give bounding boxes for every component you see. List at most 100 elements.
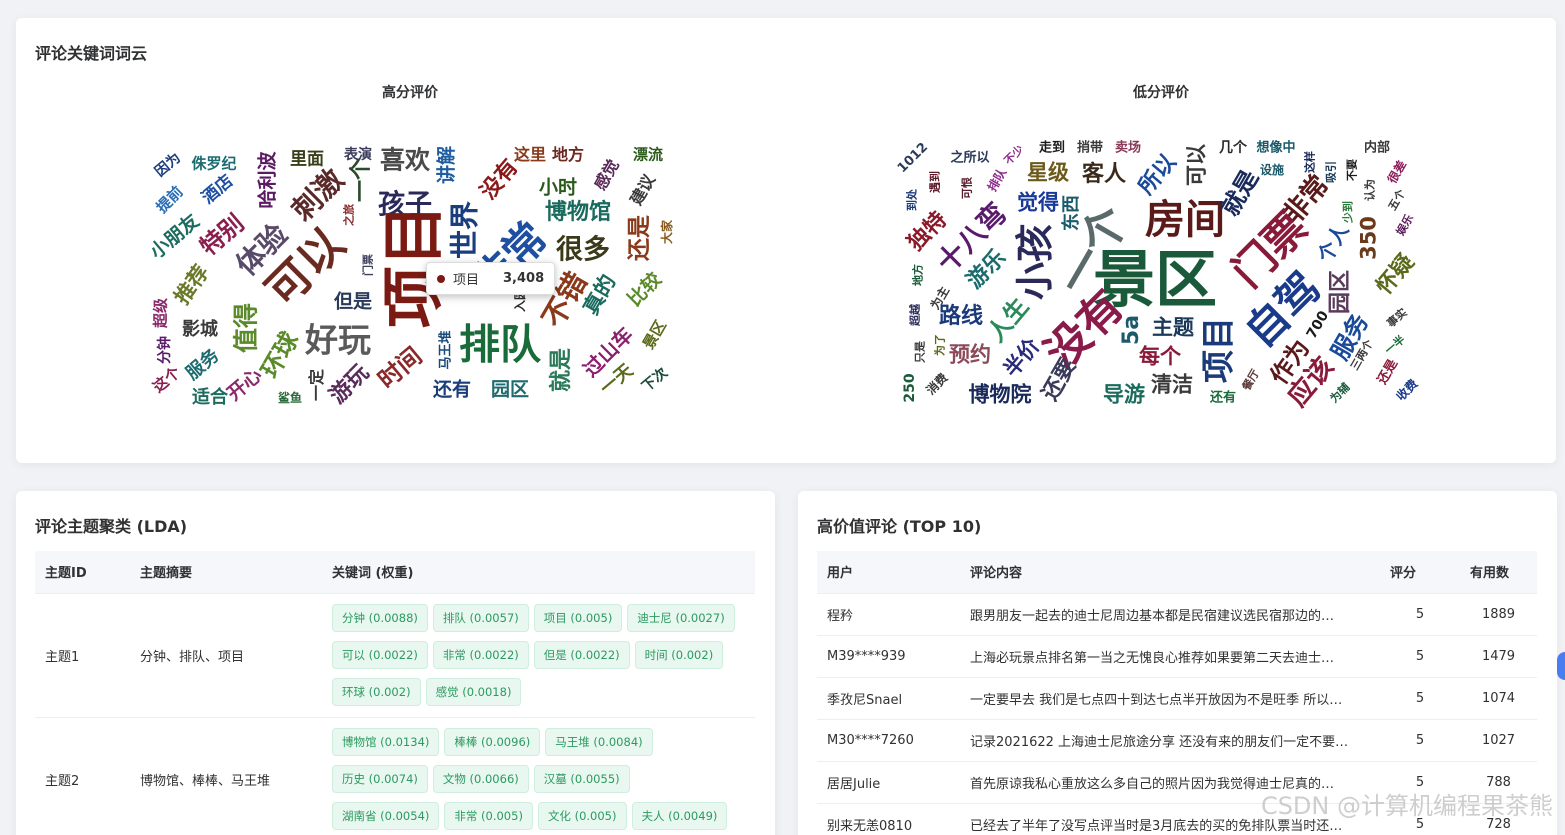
high-cloud-word[interactable]: 园区 — [491, 380, 529, 400]
low-cloud-word[interactable]: 到处 — [906, 189, 919, 211]
high-cloud-word[interactable]: 推荐 — [170, 261, 214, 309]
low-cloud-word[interactable]: 项目 — [1199, 317, 1238, 383]
high-cloud-word[interactable]: 小时 — [539, 178, 577, 198]
high-cloud-word[interactable]: 一个 — [349, 158, 374, 202]
low-cloud-word[interactable]: 路线 — [939, 306, 983, 328]
high-cloud-word[interactable]: 好玩 — [305, 324, 371, 357]
low-cloud-word[interactable]: 博物院 — [969, 384, 1032, 406]
high-cloud-word[interactable]: 环球 — [256, 327, 304, 383]
high-cloud-word[interactable]: 博物馆 — [545, 202, 611, 224]
low-cloud-word[interactable]: 娱乐 — [1394, 212, 1416, 238]
low-cloud-word[interactable]: 为辅 — [1328, 381, 1353, 406]
low-cloud-word[interactable]: 还有 — [1210, 392, 1236, 405]
low-cloud-word[interactable]: 超越 — [909, 304, 922, 326]
top-review-row[interactable]: M39****939 上海必玩景点排名第一当之无愧良心推荐如果要第二天去迪士… 5 1… — [817, 635, 1537, 678]
high-cloud-word[interactable]: 很多 — [556, 237, 610, 264]
high-cloud-word[interactable]: 还有 — [433, 380, 471, 400]
high-cloud-word[interactable]: 喜欢 — [380, 148, 430, 173]
high-cloud-word[interactable]: 大家 — [660, 220, 674, 244]
high-cloud-word[interactable]: 马王堆 — [439, 330, 454, 369]
low-cloud-word[interactable]: 地方 — [912, 264, 925, 286]
low-cloud-word[interactable]: 遇到 — [929, 171, 942, 193]
low-cloud-word[interactable]: 可以 — [1185, 144, 1209, 186]
high-cloud-word[interactable]: 超级 — [152, 298, 170, 328]
scroll-handle[interactable] — [1557, 652, 1565, 680]
low-cloud-word[interactable]: 卖场 — [1115, 142, 1141, 155]
low-cloud-word[interactable]: 为了 — [934, 334, 947, 356]
high-cloud-word[interactable]: 建议 — [626, 171, 658, 208]
low-cloud-word[interactable]: 1012 — [895, 140, 931, 176]
high-cloud-word[interactable]: 时间 — [373, 342, 428, 394]
high-cloud-word[interactable]: 讲解 — [436, 146, 458, 184]
low-cloud-word[interactable]: 星级 — [1027, 162, 1069, 184]
low-cloud-word[interactable]: 250 — [902, 373, 918, 402]
low-cloud-word[interactable]: 消费 — [924, 371, 951, 398]
high-cloud-word[interactable]: 还是 — [627, 215, 653, 261]
top-review-row[interactable]: M30****7260 记录2021622 上海迪士尼旅途分享 还没有来的朋友们一… — [817, 719, 1537, 762]
low-cloud-word[interactable]: 5a — [1119, 315, 1144, 345]
high-cloud-word[interactable]: 服务 — [182, 345, 223, 384]
low-cloud-word[interactable]: 几个 — [1219, 141, 1247, 155]
low-cloud-word[interactable]: 吸引 — [1325, 161, 1338, 183]
high-cloud-word[interactable]: 漂流 — [633, 147, 663, 163]
low-cloud-word[interactable]: 预约 — [949, 344, 991, 366]
low-cloud-word[interactable]: 就是 — [1216, 165, 1264, 221]
low-cloud-word[interactable]: 走到 — [1039, 142, 1065, 155]
high-cloud-word[interactable]: 之旅 — [343, 204, 356, 226]
low-cloud-word[interactable]: 事实 — [1384, 306, 1409, 330]
high-cloud-word[interactable]: 鲨鱼 — [278, 392, 302, 404]
low-cloud-word[interactable]: 小孩 — [1013, 224, 1057, 300]
low-cloud-word[interactable]: 清洁 — [1151, 374, 1193, 396]
low-cloud-word[interactable]: 捎带 — [1077, 142, 1103, 155]
low-cloud-word[interactable]: 可恨 — [961, 177, 974, 199]
low-cloud-word[interactable]: 还要 — [1038, 354, 1082, 405]
high-cloud-word[interactable]: 景区 — [639, 317, 670, 352]
low-cloud-word[interactable]: 之所以 — [950, 152, 989, 165]
high-cloud-word[interactable]: 值得 — [232, 303, 261, 353]
top-review-row[interactable]: 程矜 跟男朋友一起去的迪士尼周边基本都是民宿建议选民宿那边的… 5 1889 — [817, 593, 1537, 636]
top-review-row[interactable]: 季孜尼Snael 一定要早去 我们是七点四十到达七点半开放因为不是旺季 所以… 5 1… — [817, 677, 1537, 720]
high-cloud-word[interactable]: 排队 — [459, 324, 541, 366]
low-cloud-word[interactable]: 收费 — [1394, 377, 1421, 404]
low-cloud-word[interactable]: 导游 — [1103, 384, 1145, 406]
high-cloud-word[interactable]: 这里 — [514, 147, 546, 163]
high-cloud-word[interactable]: 酒店 — [198, 171, 237, 208]
high-cloud-word[interactable]: 就是 — [549, 348, 574, 392]
low-cloud-word[interactable]: 认为 — [1364, 179, 1377, 201]
low-cloud-word[interactable]: 房间 — [1145, 200, 1225, 240]
high-cloud-word[interactable]: 下次 — [639, 365, 671, 395]
high-cloud-word[interactable]: 世界 — [448, 201, 482, 259]
high-cloud-word[interactable]: 感觉 — [590, 156, 622, 193]
high-cloud-word[interactable]: 哈利波 — [257, 151, 279, 208]
high-cloud-word[interactable]: 比较 — [623, 268, 665, 310]
high-cloud-word[interactable]: 门票 — [362, 254, 375, 276]
high-cloud-word[interactable]: 里面 — [290, 151, 324, 169]
low-cloud-word[interactable]: 还是 — [1375, 357, 1401, 387]
low-cloud-word[interactable]: 只是 — [914, 341, 927, 363]
low-cloud-word[interactable]: 园区 — [1328, 270, 1353, 314]
high-cloud-word[interactable]: 提前 — [153, 183, 187, 217]
low-cloud-word[interactable]: 内部 — [1364, 142, 1390, 155]
low-cloud-word[interactable]: 排队 — [985, 166, 1009, 194]
low-cloud-word[interactable]: 个人 — [1313, 220, 1354, 267]
high-cloud-word[interactable]: 刺激 — [285, 162, 350, 227]
high-cloud-word[interactable]: 地方 — [552, 147, 584, 163]
high-cloud-word[interactable]: 影城 — [182, 321, 218, 339]
low-cloud-word[interactable]: 不少 — [1002, 143, 1027, 168]
high-cloud-word[interactable]: 分钟 — [157, 336, 173, 364]
low-cloud-word[interactable]: 每个 — [1139, 346, 1181, 368]
high-cloud-word[interactable]: 游玩 — [325, 360, 374, 409]
high-cloud-word[interactable]: 这个 — [149, 363, 184, 396]
low-cloud-word[interactable]: 客人 — [1082, 164, 1126, 186]
low-cloud-word[interactable]: 餐厅 — [1240, 367, 1262, 393]
low-cloud-word[interactable]: 想像中 — [1256, 142, 1295, 155]
low-cloud-word[interactable]: 一半 — [1382, 333, 1407, 357]
high-cloud-word[interactable]: 小朋友 — [146, 210, 204, 264]
low-cloud-word[interactable]: 少到 — [1342, 201, 1355, 223]
high-cloud-word[interactable]: 侏罗纪 — [191, 156, 236, 172]
low-cloud-word[interactable]: 五个 — [1386, 187, 1408, 213]
low-cloud-word[interactable]: 设施 — [1260, 164, 1284, 176]
high-cloud-word[interactable]: 适合 — [192, 389, 228, 407]
low-cloud-word[interactable]: 主题 — [1152, 317, 1194, 339]
low-cloud-word[interactable]: 350 — [1357, 216, 1381, 260]
